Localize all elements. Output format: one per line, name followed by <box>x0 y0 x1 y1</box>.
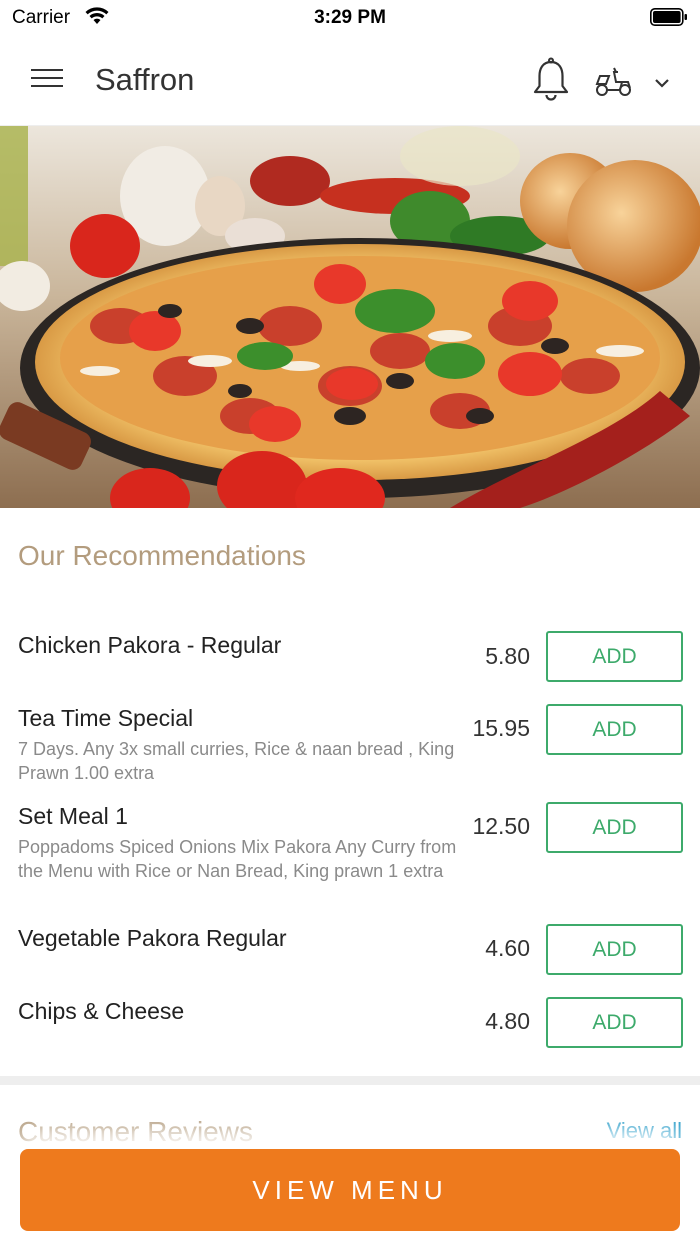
item-price: 4.80 <box>485 1008 530 1034</box>
battery-icon <box>650 8 687 26</box>
add-button[interactable]: ADD <box>546 924 683 975</box>
pizza-photo <box>0 126 700 508</box>
app-title: Saffron <box>95 62 195 97</box>
app-header: Saffron <box>0 36 700 126</box>
item-price: 12.50 <box>472 813 530 839</box>
add-button[interactable]: ADD <box>546 631 683 682</box>
view-all-reviews-link[interactable]: View all <box>607 1118 682 1144</box>
section-divider <box>0 1076 700 1085</box>
reviews-title: Customer Reviews <box>18 1116 253 1147</box>
chevron-down-icon <box>655 79 669 88</box>
add-button[interactable]: ADD <box>546 704 683 755</box>
item-name: Vegetable Pakora Regular <box>18 925 287 951</box>
item-description: 7 Days. Any 3x small curries, Rice & naa… <box>18 739 455 783</box>
scooter-icon <box>595 67 631 96</box>
item-price: 5.80 <box>485 643 530 669</box>
delivery-mode-selector[interactable] <box>592 62 682 102</box>
hero-image <box>0 126 700 508</box>
item-price: 4.60 <box>485 935 530 961</box>
add-button[interactable]: ADD <box>546 802 683 853</box>
bell-icon[interactable] <box>530 56 572 104</box>
item-name: Tea Time Special <box>18 705 194 731</box>
recommendations-title: Our Recommendations <box>18 540 306 571</box>
item-name: Chips & Cheese <box>18 998 185 1024</box>
item-name: Chicken Pakora - Regular <box>18 632 282 658</box>
add-button[interactable]: ADD <box>546 997 683 1048</box>
item-price: 15.95 <box>472 715 530 741</box>
menu-icon[interactable] <box>28 63 68 99</box>
status-bar: Carrier 3:29 PM <box>0 0 700 36</box>
status-time: 3:29 PM <box>314 7 386 28</box>
item-name: Set Meal 1 <box>18 803 128 829</box>
view-menu-button[interactable]: VIEW MENU <box>20 1149 680 1231</box>
item-description: Poppadoms Spiced Onions Mix Pakora Any C… <box>18 837 457 881</box>
